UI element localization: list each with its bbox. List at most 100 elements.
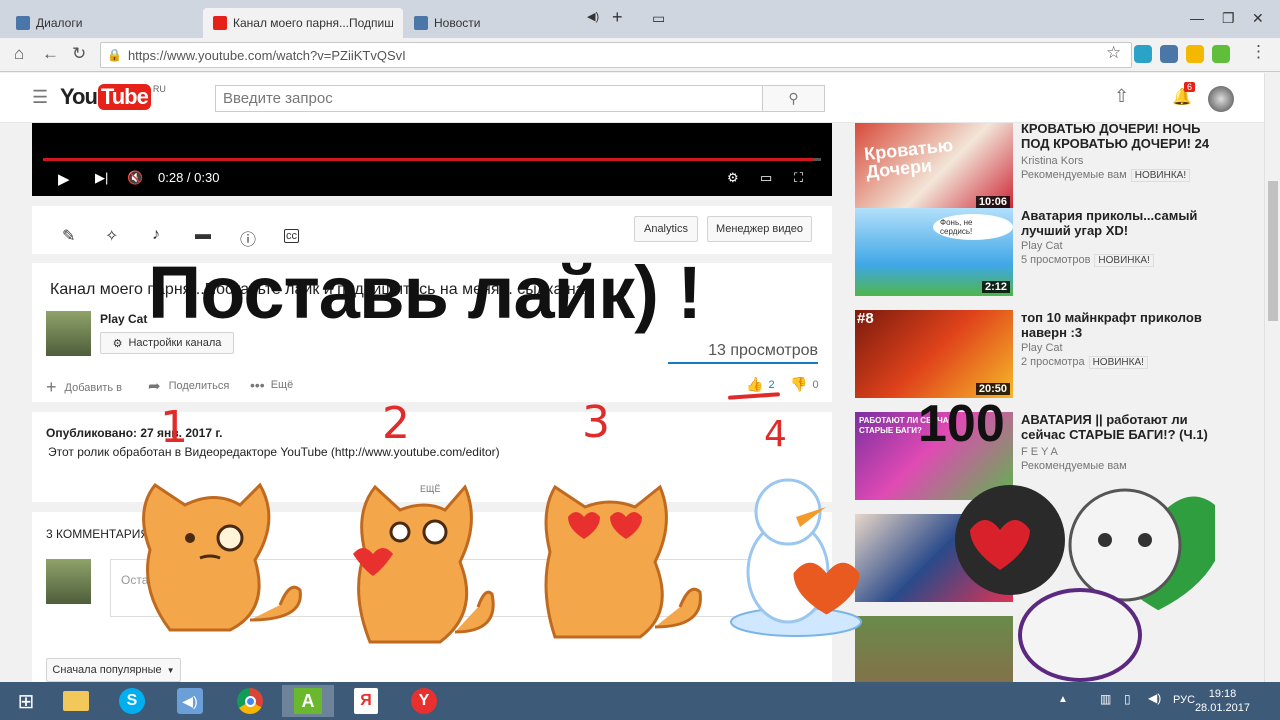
new-tab-button[interactable]: + xyxy=(612,7,623,28)
channel-name[interactable]: Play Cat xyxy=(100,312,147,326)
tab-news[interactable]: Новости xyxy=(404,8,600,38)
extension-icon[interactable] xyxy=(1134,45,1152,63)
clock-date: 28.01.2017 xyxy=(1194,702,1250,714)
tab-dialogs[interactable]: Диалоги xyxy=(6,8,202,38)
search-input[interactable]: Введите запрос xyxy=(215,85,763,112)
next-icon[interactable]: ▶| xyxy=(95,170,108,186)
tab-list-icon[interactable]: ▭ xyxy=(652,10,665,27)
reload-icon[interactable]: ↻ xyxy=(72,44,86,64)
channel-avatar[interactable] xyxy=(46,311,91,356)
extension-icon[interactable] xyxy=(1186,45,1204,63)
meta-text: Рекомендуемые вам xyxy=(1021,169,1127,181)
windows-taskbar: ⊞ S ◀) A Я Y ▲ ▥ ▯ ◀) РУС 19:18 28.01.20… xyxy=(0,682,1280,720)
share-button[interactable]: ➦ Поделиться xyxy=(148,377,229,395)
restore-button[interactable]: ❐ xyxy=(1222,10,1235,27)
search-button[interactable]: ⚲ xyxy=(762,85,825,112)
magic-wand-icon[interactable]: ✧ xyxy=(105,226,118,246)
overlay-mark: 1 xyxy=(160,402,188,453)
sidebar-video-title[interactable]: АВАТАРИЯ || работают ли сейчас СТАРЫЕ БА… xyxy=(1021,412,1221,442)
file-explorer-icon[interactable] xyxy=(56,685,96,717)
overlay-big-number: 100 xyxy=(918,395,1005,453)
address-bar[interactable]: 🔒 https://www.youtube.com/watch?v=PZiiKT… xyxy=(100,42,1132,68)
sidebar-item[interactable]: #8 20:50 топ 10 майнкрафт приколов навер… xyxy=(855,310,1255,398)
video-thumbnail[interactable]: Кроватью Дочери 10:06 xyxy=(855,123,1013,211)
avatar[interactable] xyxy=(1208,86,1234,112)
sidebar-video-title[interactable]: топ 10 майнкрафт приколов наверн :3 xyxy=(1021,310,1221,340)
video-thumbnail[interactable]: #8 20:50 xyxy=(855,310,1013,398)
browser-toolbar: ⌂ ← ↻ 🔒 https://www.youtube.com/watch?v=… xyxy=(0,38,1280,72)
more-button[interactable]: ••• Ещё xyxy=(250,377,293,393)
chrome-icon[interactable] xyxy=(230,685,270,717)
settings-gear-icon[interactable]: ⚙ xyxy=(727,170,739,186)
info-icon[interactable]: ⓘ xyxy=(240,226,256,250)
video-player[interactable]: ▶ ▶| 🔇 0:28 / 0:30 ⚙ ▭ ⛶ xyxy=(32,123,832,196)
media-player-icon[interactable]: ◀) xyxy=(170,685,210,717)
sidebar-item[interactable]: Фонь, не сердись! 2:12 Аватария приколы.… xyxy=(855,208,1255,296)
music-note-icon[interactable]: ♪ xyxy=(152,226,160,244)
minimize-button[interactable]: — xyxy=(1190,10,1204,26)
new-badge: НОВИНКА! xyxy=(1130,169,1191,182)
fullscreen-icon[interactable]: ⛶ xyxy=(794,170,803,186)
share-label: Поделиться xyxy=(168,380,230,392)
sidebar-video-meta: 2 просмотра НОВИНКА! xyxy=(1021,356,1148,369)
hamburger-menu-icon[interactable]: ☰ xyxy=(32,87,48,108)
windows-start-icon[interactable]: ⊞ xyxy=(6,685,46,717)
dislike-count: 0 xyxy=(812,378,819,391)
yandex-icon[interactable]: Y xyxy=(404,685,444,717)
scroll-thumb[interactable] xyxy=(1268,181,1278,321)
sidebar-video-meta: 5 просмотров НОВИНКА! xyxy=(1021,254,1154,267)
dislike-button[interactable]: 👎 0 xyxy=(790,376,819,393)
home-icon[interactable]: ⌂ xyxy=(14,44,24,64)
mute-icon[interactable]: 🔇 xyxy=(127,170,143,186)
pencil-icon[interactable]: ✎ xyxy=(62,226,75,246)
sort-dropdown[interactable]: Сначала популярные ▼ xyxy=(46,658,181,682)
dogs-sticker xyxy=(955,485,1215,682)
upload-icon[interactable]: ⇧ xyxy=(1114,86,1129,107)
skype-icon[interactable]: S xyxy=(112,685,152,717)
volume-icon[interactable]: ◀) xyxy=(1148,691,1161,705)
battery-icon[interactable]: ▯ xyxy=(1124,692,1131,706)
sidebar-item[interactable]: Кроватью Дочери 10:06 КРОВАТЬЮ ДОЧЕРИ! Н… xyxy=(855,121,1255,211)
extension-icon[interactable] xyxy=(1212,45,1230,63)
cat-sticker-kiss xyxy=(353,484,495,644)
sidebar-video-title[interactable]: Аватария приколы...самый лучший угар XD! xyxy=(1021,208,1221,238)
tray-chevron-icon[interactable]: ▲ xyxy=(1058,694,1068,705)
logo-you: You xyxy=(60,84,98,109)
play-icon[interactable]: ▶ xyxy=(58,170,70,188)
tab-youtube[interactable]: Канал моего парня...Подпиши xyxy=(203,8,403,38)
video-thumbnail[interactable]: Фонь, не сердись! 2:12 xyxy=(855,208,1013,296)
youtube-logo[interactable]: You Tube RU xyxy=(60,84,166,110)
yandex-browser-icon[interactable]: Я xyxy=(346,685,386,717)
language-indicator[interactable]: РУС xyxy=(1173,694,1195,706)
overlay-mark: 2 xyxy=(382,398,410,449)
back-icon[interactable]: ← xyxy=(42,44,59,64)
new-badge: НОВИНКА! xyxy=(1094,254,1154,267)
tab-label: Диалоги xyxy=(36,16,83,30)
network-icon[interactable]: ▥ xyxy=(1100,692,1111,706)
theater-mode-icon[interactable]: ▭ xyxy=(760,170,772,186)
sidebar-video-title[interactable]: КРОВАТЬЮ ДОЧЕРИ! НОЧЬ ПОД КРОВАТЬЮ ДОЧЕР… xyxy=(1021,121,1221,151)
channel-settings-button[interactable]: ⚙ Настройки канала xyxy=(100,332,234,354)
progress-bar[interactable] xyxy=(43,158,821,161)
vk-extension-icon[interactable] xyxy=(1160,45,1178,63)
browser-tab-strip: Диалоги Канал моего парня...Подпиши Ново… xyxy=(0,0,1280,38)
view-count: 13 просмотров xyxy=(668,342,818,364)
system-clock[interactable]: 19:18 28.01.2017 xyxy=(1195,687,1250,715)
like-button[interactable]: 👍 2 xyxy=(746,376,775,393)
vk-icon xyxy=(16,16,30,30)
page-scrollbar[interactable] xyxy=(1264,73,1280,682)
video-manager-button[interactable]: Менеджер видео xyxy=(707,216,812,242)
card-icon[interactable]: ▬ xyxy=(195,226,211,244)
description-text: Этот ролик обработан в Видеоредакторе Yo… xyxy=(48,445,500,459)
thumbnail-text: Кроватью Дочери xyxy=(863,134,954,183)
notification-badge: 6 xyxy=(1184,82,1196,92)
analytics-button[interactable]: Analytics xyxy=(634,216,698,242)
add-to-button[interactable]: + Добавить в xyxy=(46,377,122,398)
duration-badge: 2:12 xyxy=(981,281,1010,293)
menu-icon[interactable]: ⋮ xyxy=(1250,42,1267,62)
close-button[interactable]: ✕ xyxy=(1252,10,1264,27)
mute-tab-icon[interactable]: ◀) xyxy=(587,10,599,23)
cc-icon[interactable]: cc xyxy=(284,229,299,243)
app-a-icon[interactable]: A xyxy=(282,685,334,717)
bookmark-star-icon[interactable]: ☆ xyxy=(1106,43,1121,63)
